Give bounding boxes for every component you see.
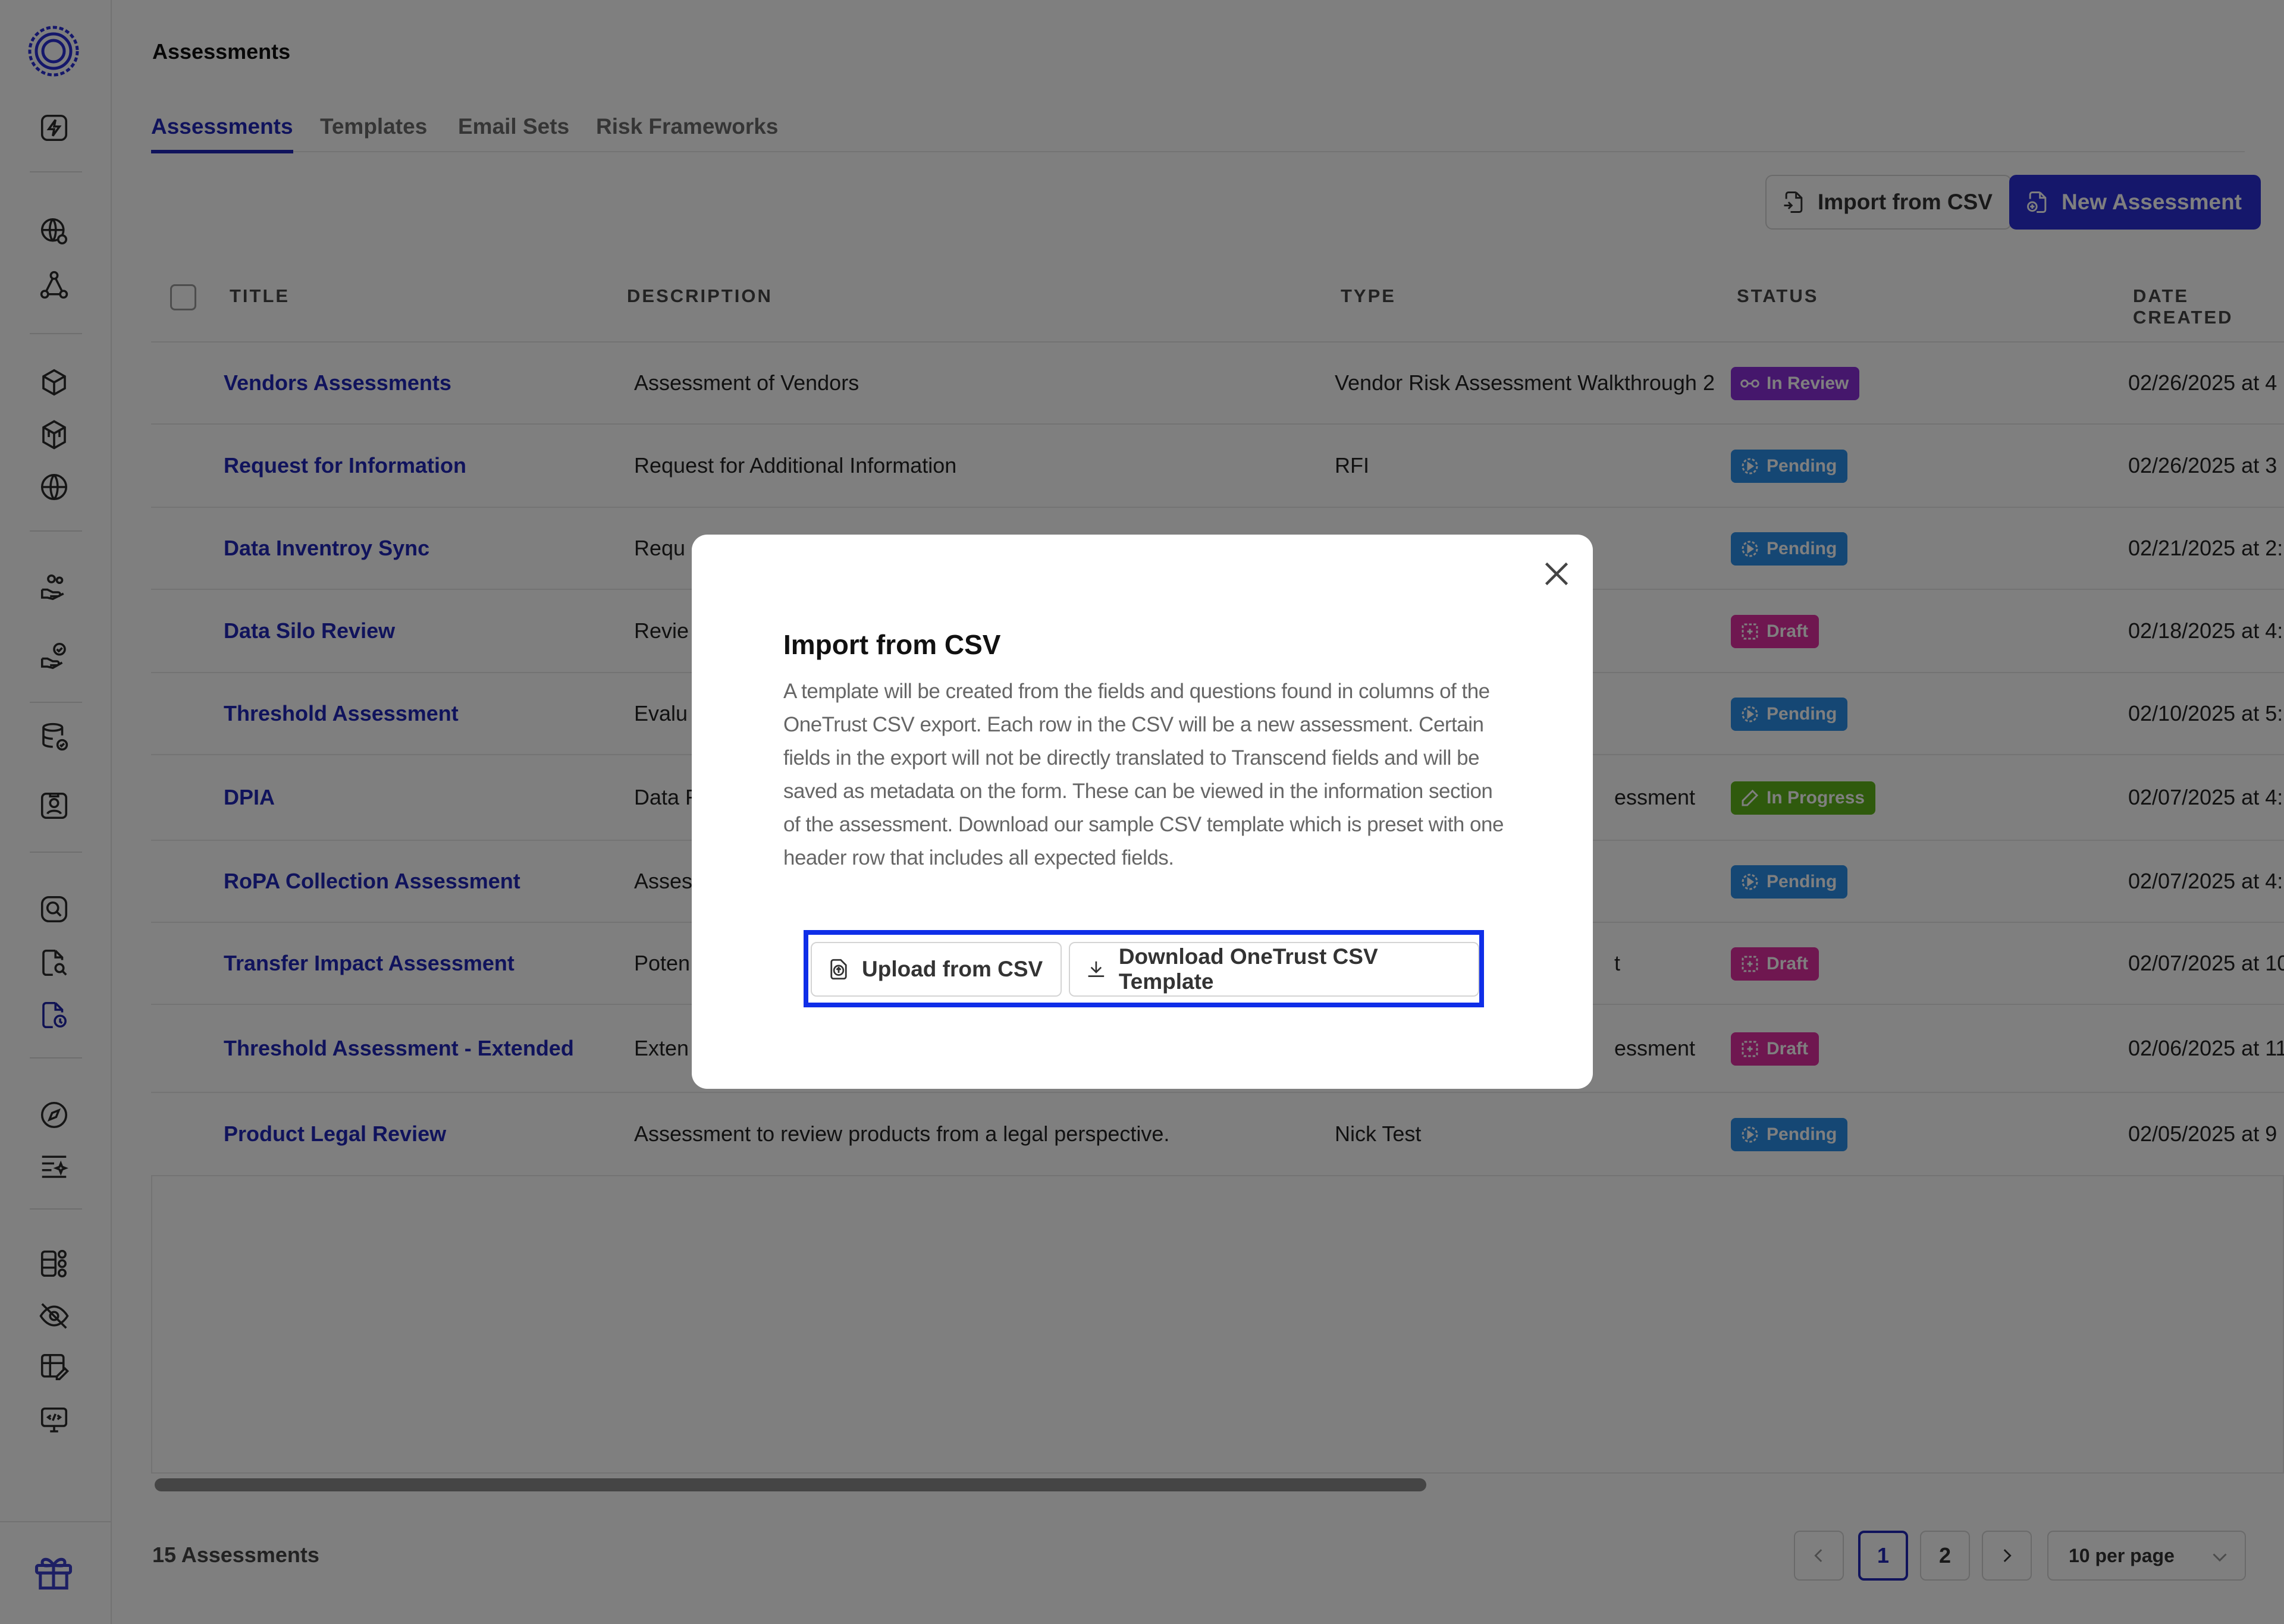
modal-description: A template will be created from the fiel… [783,680,1504,869]
upload-icon [830,959,847,980]
upload-csv-label: Upload from CSV [862,957,1043,981]
download-icon [1088,961,1105,977]
modal-actions-highlight: Upload from CSV Download OneTrust CSV Te… [804,930,1484,1007]
upload-csv-button[interactable]: Upload from CSV [811,942,1062,997]
download-template-button[interactable]: Download OneTrust CSV Template [1069,942,1479,997]
modal-title: Import from CSV [783,629,1001,660]
close-icon[interactable] [1539,556,1574,592]
import-csv-modal: Import from CSV A template will be creat… [692,535,1593,1089]
download-template-label: Download OneTrust CSV Template [1118,944,1378,994]
